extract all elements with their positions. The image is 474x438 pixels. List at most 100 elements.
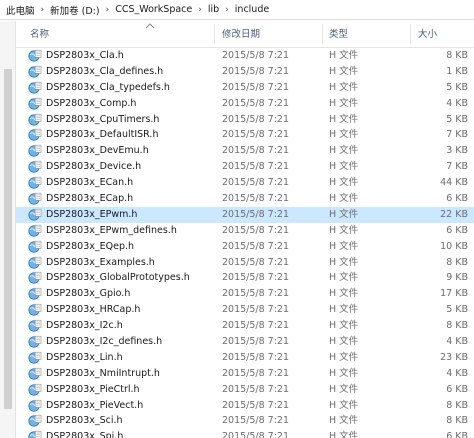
h-file-icon bbox=[28, 319, 42, 333]
file-size: 8 KB bbox=[446, 50, 468, 61]
file-modified: 2015/5/8 7:21 bbox=[222, 50, 290, 61]
file-row[interactable]: DSP2803x_Examples.h 2015/5/8 7:21 H 文件 8 KB bbox=[16, 255, 474, 271]
file-row[interactable]: DSP2803x_PieCtrl.h 2015/5/8 7:21 H 文件 6 KB bbox=[16, 382, 474, 398]
file-row[interactable]: DSP2803x_Comp.h 2015/5/8 7:21 H 文件 4 KB bbox=[16, 96, 474, 112]
h-file-icon bbox=[28, 208, 42, 222]
file-row[interactable]: DSP2803x_I2c_defines.h 2015/5/8 7:21 H 文件 4… bbox=[16, 334, 474, 350]
file-row[interactable]: DSP2803x_GlobalPrototypes.h 2015/5/8 7:21… bbox=[16, 270, 474, 286]
file-row[interactable]: DSP2803x_Cla.h 2015/5/8 7:21 H 文件 8 KB bbox=[16, 48, 474, 64]
file-type: H 文件 bbox=[329, 399, 359, 411]
file-row[interactable]: DSP2803x_ECan.h 2015/5/8 7:21 H 文件 44 KB bbox=[16, 175, 474, 191]
file-row[interactable]: DSP2803x_Sci.h 2015/5/8 7:21 H 文件 8 KB bbox=[16, 413, 474, 429]
file-type: H 文件 bbox=[329, 320, 359, 332]
file-size: 1 KB bbox=[446, 65, 468, 77]
file-row[interactable]: DSP2803x_DefaultISR.h 2015/5/8 7:21 H 文件 7 … bbox=[16, 127, 474, 143]
file-row[interactable]: DSP2803x_Cla_defines.h 2015/5/8 7:21 H 文件 1… bbox=[16, 64, 474, 80]
file-modified: 2015/5/8 7:21 bbox=[222, 113, 290, 125]
file-size: 10 KB bbox=[440, 240, 468, 252]
file-size: 7 KB bbox=[446, 129, 468, 141]
file-type: H 文件 bbox=[329, 208, 359, 220]
file-size: 5 KB bbox=[446, 113, 468, 125]
column-divider[interactable] bbox=[214, 24, 215, 44]
file-type: H 文件 bbox=[329, 351, 359, 363]
file-name: DSP2803x_Cla_typedefs.h bbox=[46, 81, 170, 93]
file-modified: 2015/5/8 7:21 bbox=[222, 65, 290, 77]
file-name: DSP2803x_GlobalPrototypes.h bbox=[46, 272, 190, 284]
file-size: 6 KB bbox=[446, 431, 468, 438]
file-type: H 文件 bbox=[329, 431, 359, 438]
file-row[interactable]: DSP2803x_Cla_typedefs.h 2015/5/8 7:21 H 文件… bbox=[16, 80, 474, 96]
file-modified: 2015/5/8 7:21 bbox=[222, 351, 290, 363]
file-list: DSP2803x_Cla.h 2015/5/8 7:21 H 文件 8 KB DSP28… bbox=[16, 48, 474, 438]
file-type: H 文件 bbox=[329, 304, 359, 316]
h-file-icon bbox=[28, 113, 42, 127]
breadcrumb-drive[interactable]: 新加卷 (D:) bbox=[48, 3, 101, 17]
file-row[interactable]: DSP2803x_NmiIntrupt.h 2015/5/8 7:21 H 文件 4 … bbox=[16, 366, 474, 382]
file-row[interactable]: DSP2803x_EQep.h 2015/5/8 7:21 H 文件 10 KB bbox=[16, 239, 474, 255]
file-type: H 文件 bbox=[329, 240, 359, 252]
column-divider[interactable] bbox=[410, 24, 411, 44]
file-size: 3 KB bbox=[446, 145, 468, 157]
file-type: H 文件 bbox=[329, 193, 359, 205]
breadcrumb-separator: › bbox=[225, 4, 229, 15]
navigation-pane bbox=[0, 21, 16, 438]
file-type: H 文件 bbox=[329, 383, 359, 395]
file-modified: 2015/5/8 7:21 bbox=[222, 272, 290, 284]
h-file-icon bbox=[28, 399, 42, 413]
file-size: 5 KB bbox=[446, 304, 468, 316]
column-modified-header[interactable]: 修改日期 bbox=[222, 21, 260, 47]
navigation-pane-scrollbar[interactable] bbox=[4, 69, 12, 409]
h-file-icon bbox=[28, 240, 42, 254]
file-row[interactable]: DSP2803x_Device.h 2015/5/8 7:21 H 文件 7 KB bbox=[16, 159, 474, 175]
file-modified: 2015/5/8 7:21 bbox=[222, 177, 290, 189]
file-row[interactable]: DSP2803x_PieVect.h 2015/5/8 7:21 H 文件 8 KB bbox=[16, 398, 474, 414]
breadcrumb-include[interactable]: include bbox=[233, 4, 271, 15]
column-size-header[interactable]: 大小 bbox=[418, 21, 437, 47]
h-file-icon bbox=[28, 81, 42, 95]
file-row[interactable]: DSP2803x_ECap.h 2015/5/8 7:21 H 文件 6 KB bbox=[16, 191, 474, 207]
file-row[interactable]: DSP2803x_Gpio.h 2015/5/8 7:21 H 文件 17 KB bbox=[16, 286, 474, 302]
file-row[interactable]: DSP2803x_DevEmu.h 2015/5/8 7:21 H 文件 3 KB bbox=[16, 143, 474, 159]
h-file-icon bbox=[28, 224, 42, 238]
file-type: H 文件 bbox=[329, 177, 359, 189]
file-type: H 文件 bbox=[329, 161, 359, 173]
file-name: DSP2803x_Cla_defines.h bbox=[46, 65, 164, 77]
file-row[interactable]: DSP2803x_I2c.h 2015/5/8 7:21 H 文件 8 KB bbox=[16, 318, 474, 334]
breadcrumb-this-pc[interactable]: 此电脑 bbox=[4, 3, 37, 17]
file-modified: 2015/5/8 7:21 bbox=[222, 367, 290, 379]
file-type: H 文件 bbox=[329, 113, 359, 125]
file-name: DSP2803x_Sci.h bbox=[46, 415, 123, 427]
file-row[interactable]: DSP2803x_EPwm_defines.h 2015/5/8 7:21 H 文件… bbox=[16, 223, 474, 239]
column-type-header[interactable]: 类型 bbox=[329, 21, 348, 47]
file-row[interactable]: DSP2803x_Spi.h 2015/5/8 7:21 H 文件 6 KB bbox=[16, 429, 474, 438]
column-divider[interactable] bbox=[322, 24, 323, 44]
file-row[interactable]: DSP2803x_CpuTimers.h 2015/5/8 7:21 H 文件 5 K… bbox=[16, 112, 474, 128]
address-bar[interactable]: 此电脑 › 新加卷 (D:) › CCS_WorkSpace › lib › i… bbox=[0, 0, 474, 20]
h-file-icon bbox=[28, 160, 42, 174]
file-name: DSP2803x_Device.h bbox=[46, 161, 142, 173]
file-name: DSP2803x_ECan.h bbox=[46, 177, 134, 189]
sort-ascending-icon bbox=[145, 23, 155, 29]
file-row[interactable]: DSP2803x_Lin.h 2015/5/8 7:21 H 文件 23 KB bbox=[16, 350, 474, 366]
file-name: DSP2803x_PieCtrl.h bbox=[46, 383, 140, 395]
h-file-icon bbox=[28, 351, 42, 365]
file-name: DSP2803x_HRCap.h bbox=[46, 304, 141, 316]
file-size: 23 KB bbox=[440, 351, 468, 363]
file-modified: 2015/5/8 7:21 bbox=[222, 161, 290, 173]
file-modified: 2015/5/8 7:21 bbox=[222, 256, 290, 268]
h-file-icon bbox=[28, 303, 42, 317]
h-file-icon bbox=[28, 144, 42, 158]
breadcrumb-lib[interactable]: lib bbox=[206, 4, 221, 15]
file-row[interactable]: DSP2803x_HRCap.h 2015/5/8 7:21 H 文件 5 KB bbox=[16, 302, 474, 318]
file-name: DSP2803x_DefaultISR.h bbox=[46, 129, 159, 141]
file-type: H 文件 bbox=[329, 65, 359, 77]
column-name-header[interactable]: 名称 bbox=[30, 21, 49, 47]
h-file-icon bbox=[28, 430, 42, 438]
file-name: DSP2803x_Comp.h bbox=[46, 97, 137, 109]
breadcrumb-workspace[interactable]: CCS_WorkSpace bbox=[113, 4, 194, 15]
file-row[interactable]: DSP2803x_EPwm.h 2015/5/8 7:21 H 文件 22 KB bbox=[16, 206, 474, 223]
file-size: 6 KB bbox=[446, 193, 468, 205]
column-header: 名称 修改日期 类型 大小 bbox=[16, 21, 474, 48]
file-modified: 2015/5/8 7:21 bbox=[222, 304, 290, 316]
h-file-icon bbox=[28, 65, 42, 79]
